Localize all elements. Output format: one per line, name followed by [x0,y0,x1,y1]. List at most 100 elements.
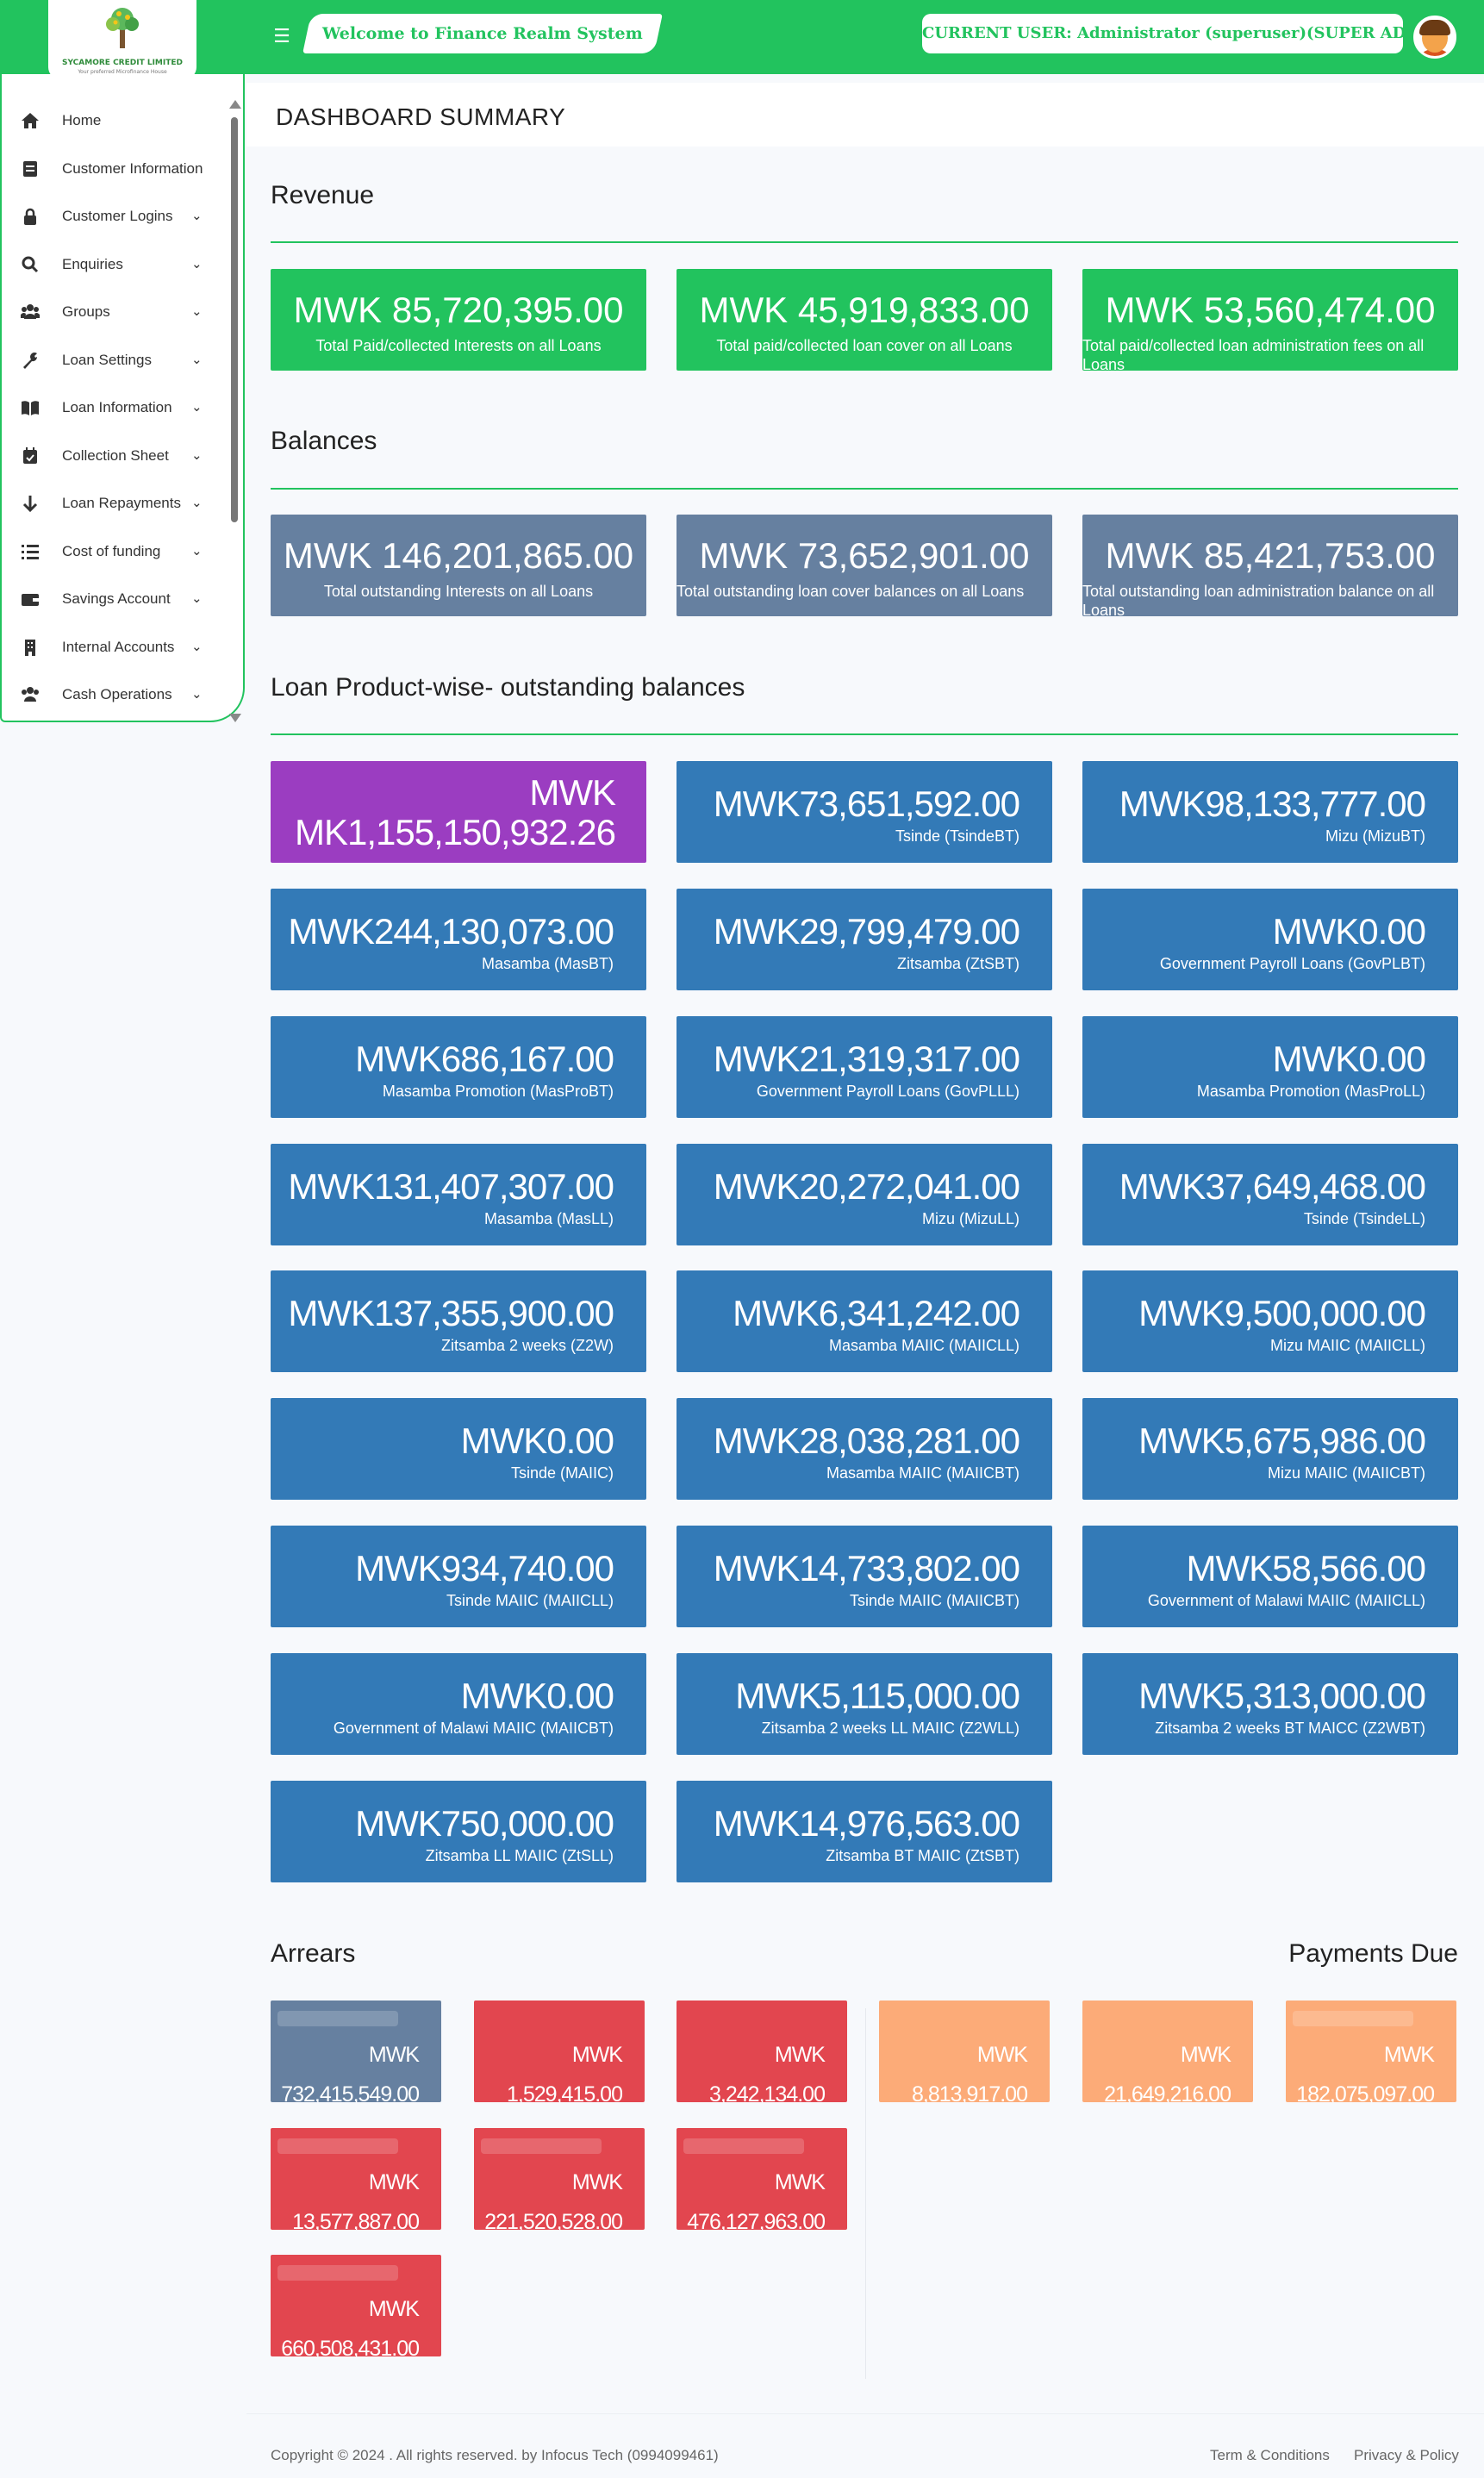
revenue-card: MWK 53,560,474.00 Total paid/collected l… [1082,269,1458,371]
card-label: Zitsamba BT MAIIC (ZtSBT) [826,1847,1019,1864]
menu-toggle-icon[interactable]: ☰ [271,26,293,48]
arrears-card: MWK 660,508,431.00 [271,2255,441,2356]
card-label: Masamba Promotion (MasProBT) [382,1083,614,1100]
logo-tagline: Your preferred Microfinance House [78,69,167,75]
lock-icon [24,208,36,225]
sidebar-item-home[interactable]: Home [2,100,228,141]
arrears-card: MWK 732,415,549.00 [271,2001,441,2102]
sidebar-item-enquiries[interactable]: Enquiries ⌄ [2,244,228,285]
sidebar-item-customer-logins[interactable]: Customer Logins ⌄ [2,196,228,237]
arrears-card: MWK 13,577,887.00 [271,2128,441,2230]
product-card: MWK5,675,986.00 Mizu MAIIC (MAIICBT) [1082,1398,1458,1500]
sidebar-item-groups[interactable]: Groups ⌄ [2,291,228,333]
page-title-bar: DASHBOARD SUMMARY [246,83,1484,147]
sidebar-item-savings-account[interactable]: Savings Account ⌄ [2,578,228,620]
card-label: Tsinde MAIIC (MAIICBT) [849,1592,1019,1609]
card-amount: MWK244,130,073.00 [288,911,614,952]
sidebar-item-cash-operations[interactable]: Cash Operations ⌄ [2,674,228,715]
arrow-down-icon [22,496,38,512]
product-card: MWK5,313,000.00 Zitsamba 2 weeks BT MAICC… [1082,1653,1458,1755]
chevron-down-icon: ⌄ [191,543,203,559]
card-amount: MWK 21,649,216.00 [1104,2043,1231,2102]
product-card: MWK0.00 Masamba Promotion (MasProLL) [1082,1016,1458,1118]
privacy-link[interactable]: Privacy & Policy [1354,2447,1459,2464]
card-amount: MWK 8,813,917.00 [912,2043,1028,2102]
chevron-down-icon: ⌄ [191,590,203,606]
card-amount: MWK 182,075,097.00 [1296,2043,1435,2102]
balances-divider [271,488,1458,490]
card-highlight [277,2011,398,2026]
card-amount: MWK0.00 [1272,911,1426,952]
card-amount: MWK21,319,317.00 [713,1039,1020,1079]
card-label: Government of Malawi MAIIC (MAIICLL) [1147,1592,1425,1609]
sidebar-item-label: Loan Settings [62,352,152,368]
current-user-badge: CURRENT USER: Administrator (superuser)(… [922,14,1452,53]
footer: Copyright © 2024 . All rights reserved. … [246,2413,1484,2478]
card-amount: MWK5,115,000.00 [735,1676,1020,1716]
sidebar-scrollbar-thumb[interactable] [231,117,238,522]
home-icon [22,113,39,128]
sidebar-item-collection-sheet[interactable]: Collection Sheet ⌄ [2,435,228,477]
sidebar-item-internal-accounts[interactable]: Internal Accounts ⌄ [2,627,228,668]
card-amount: MWK5,313,000.00 [1138,1676,1426,1716]
payments-due-card: MWK 21,649,216.00 [1082,2001,1253,2102]
card-label: Total outstanding Interests on all Loans [323,583,594,600]
product-card: MWK0.00 Government of Malawi MAIIC (MAIIC… [271,1653,646,1755]
arrears-card: MWK 3,242,134.00 [677,2001,847,2102]
card-label: Masamba MAIIC (MAIICLL) [828,1337,1019,1354]
sidebar-item-loan-settings[interactable]: Loan Settings ⌄ [2,340,228,381]
card-label: Zitsamba LL MAIIC (ZtSLL) [425,1847,614,1864]
list-icon [22,545,39,559]
card-amount: MWK934,740.00 [355,1548,614,1589]
product-card: MWK14,733,802.00 Tsinde MAIIC (MAIICBT) [677,1526,1052,1627]
sidebar-item-label: Savings Account [62,590,171,607]
page-title: DASHBOARD SUMMARY [276,103,566,130]
card-label: Government of Malawi MAIIC (MAIICBT) [333,1720,614,1737]
card-label: Government Payroll Loans (GovPLBT) [1159,955,1425,972]
sidebar-item-label: Customer Logins [62,208,173,224]
product-card: MWK750,000.00 Zitsamba LL MAIIC (ZtSLL) [271,1781,646,1882]
terms-link[interactable]: Term & Conditions [1210,2447,1330,2464]
card-label: Total paid/collected loan cover on all L… [716,337,1013,354]
product-card: MWK934,740.00 Tsinde MAIIC (MAIICLL) [271,1526,646,1627]
products-heading: Loan Product-wise- outstanding balances [271,673,745,702]
sidebar-item-label: Home [62,112,102,128]
scroll-up-arrow[interactable] [229,100,241,109]
sidebar-item-cost-of-funding[interactable]: Cost of funding ⌄ [2,531,228,572]
user-avatar[interactable] [1413,16,1456,59]
wallet-icon [22,594,39,606]
payments-due-card: MWK 8,813,917.00 [879,2001,1050,2102]
sidebar-item-loan-repayments[interactable]: Loan Repayments ⌄ [2,483,228,524]
balance-card: MWK 146,201,865.00 Total outstanding Int… [271,515,646,616]
card-amount: MWK29,799,479.00 [713,911,1020,952]
sidebar-item-loan-information[interactable]: Loan Information ⌄ [2,387,228,428]
card-amount: MWK0.00 [460,1676,614,1716]
card-label: Masamba (MasBT) [481,955,614,972]
product-card: MWK20,272,041.00 Mizu (MizuLL) [677,1144,1052,1245]
wrench-icon [23,353,38,369]
card-highlight [277,2265,398,2281]
scroll-down-arrow[interactable] [229,714,241,722]
arrears-card: MWK 476,127,963.00 [677,2128,847,2230]
sidebar: Home Customer Information Customer Login… [0,74,245,722]
card-amount: MWK 53,560,474.00 [1105,290,1436,330]
product-card: MWK137,355,900.00 Zitsamba 2 weeks (Z2W) [271,1270,646,1372]
card-label: Total Paid/collected Interests on all Lo… [315,337,602,354]
card-label: Tsinde (MAIIC) [510,1464,614,1482]
card-amount: MWK 13,577,887.00 [292,2170,420,2230]
company-logo[interactable]: SYCAMORE CREDIT LIMITED Your preferred M… [48,0,196,79]
card-amount: MWK 3,242,134.00 [709,2043,826,2102]
id-card-icon [23,161,37,177]
sidebar-item-label: Groups [62,303,110,320]
card-highlight [277,2138,398,2154]
card-amount: MWK58,566.00 [1186,1548,1427,1589]
card-label: Mizu (MizuBT) [1325,827,1425,845]
sidebar-item-customer-information[interactable]: Customer Information [2,148,228,190]
card-amount: MWK0.00 [1272,1039,1426,1079]
chevron-down-icon: ⌄ [191,256,203,272]
card-amount: MWK0.00 [460,1420,614,1461]
card-label: Government Payroll Loans (GovPLLL) [756,1083,1019,1100]
card-label: Zitsamba 2 weeks (Z2W) [440,1337,614,1354]
payments-due-heading: Payments Due [1288,1939,1458,1968]
card-label: Total outstanding loan administration ba… [1082,583,1435,616]
